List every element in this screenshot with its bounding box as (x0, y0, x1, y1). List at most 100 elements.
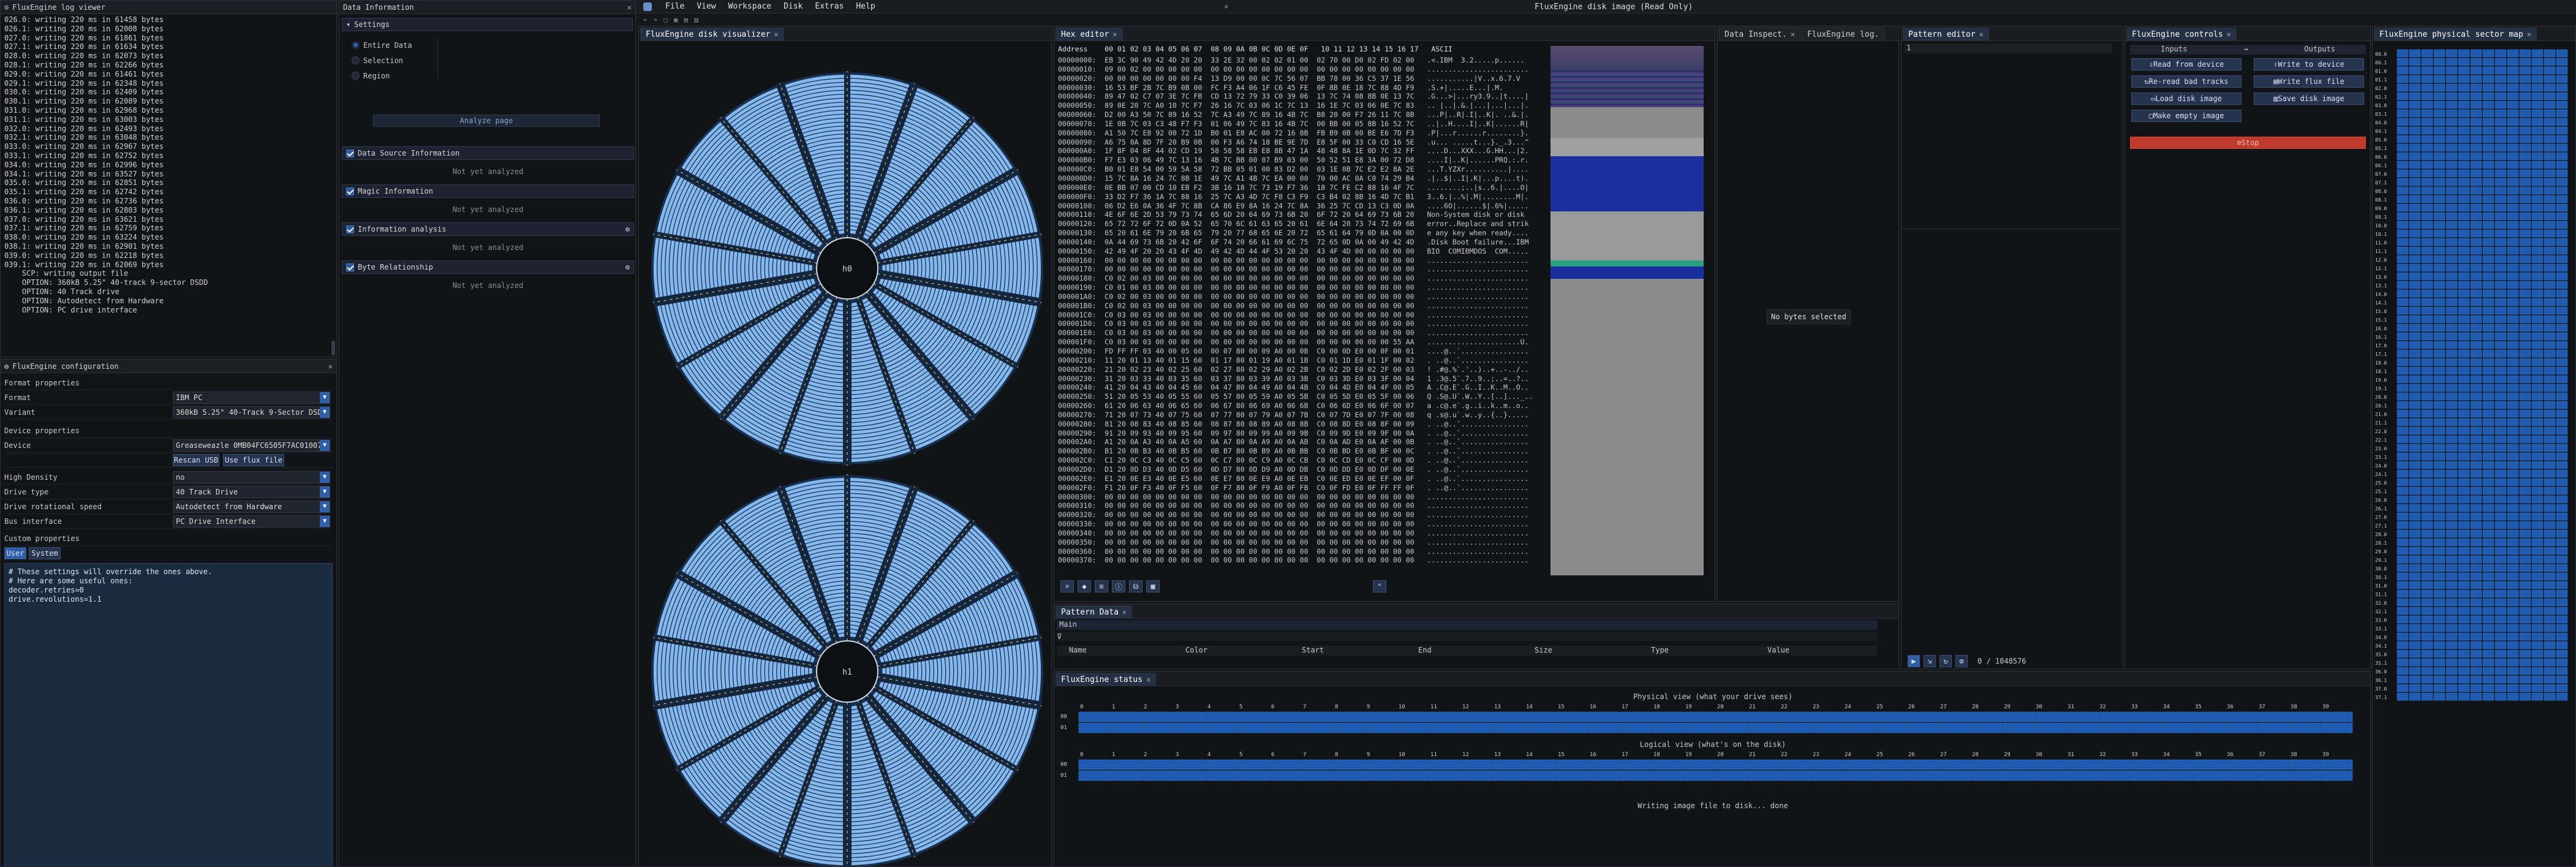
gear-icon[interactable]: ⚙ (1955, 655, 1968, 667)
hex-row[interactable]: 00000330: 00 00 00 00 00 00 00 00 00 00 … (1058, 520, 1545, 529)
rescan-usb-button[interactable]: Rescan USB (173, 453, 219, 466)
redo-icon[interactable]: ↷ (654, 16, 658, 24)
device-header[interactable]: Device properties (4, 423, 333, 438)
tab-controls[interactable]: FluxEngine controls ✕ (2126, 28, 2237, 40)
write-device-button[interactable]: ⇧ Write to device (2254, 58, 2364, 70)
play-icon[interactable]: ▶ (1908, 655, 1920, 667)
hex-row[interactable]: 00000070: 1E 0B 7C 03 C3 48 F7 F3 01 06 … (1058, 119, 1545, 129)
hex-row[interactable]: 00000140: 0A 44 69 73 6B 20 42 6F 6F 74 … (1058, 238, 1545, 247)
hex-row[interactable]: 00000320: 00 00 00 00 00 00 00 00 00 00 … (1058, 510, 1545, 520)
drive-type-select[interactable]: 40 Track Drive ▼ (173, 485, 330, 498)
collapse-icon[interactable]: ⌃ (1373, 580, 1386, 593)
menu-help[interactable]: Help (850, 2, 881, 11)
hex-rows[interactable]: 00000000: EB 3C 90 49 42 4D 20 20 33 2E … (1058, 56, 1545, 564)
tab-status[interactable]: FluxEngine status ✕ (1056, 673, 1157, 686)
gear-icon[interactable]: ⚙ (625, 225, 630, 233)
hex-row[interactable]: 00000150: 42 49 4F 20 20 43 4F 4D 49 42 … (1058, 247, 1545, 256)
hex-row[interactable]: 00000230: 31 20 03 33 40 03 35 60 03 37 … (1058, 374, 1545, 384)
hex-row[interactable]: 00000250: 51 20 05 53 40 05 55 60 05 57 … (1058, 392, 1545, 401)
hex-row[interactable]: 000000F0: 33 D2 F7 36 1A 7C 88 16 25 7C … (1058, 192, 1545, 202)
search-icon[interactable]: ⌕ (1060, 580, 1074, 593)
hex-row[interactable]: 00000270: 71 20 07 73 40 07 75 60 07 77 … (1058, 411, 1545, 420)
menu-file[interactable]: File (659, 2, 690, 11)
close-icon[interactable]: ✕ (774, 30, 779, 39)
section-magic[interactable]: Magic Information (342, 184, 634, 198)
device-select[interactable]: Greaseweazle 0MB04FC6505F7AC01007 ▼ (173, 439, 330, 452)
tab-pattern-editor[interactable]: Pattern editor ✕ (1903, 28, 1989, 40)
column-header[interactable]: Name (1057, 646, 1173, 656)
copy-icon[interactable]: ⧉ (1129, 580, 1143, 593)
column-header[interactable]: Start (1290, 646, 1406, 656)
hex-row[interactable]: 00000080: A1 50 7C E8 92 00 72 1D B0 01 … (1058, 129, 1545, 138)
tab-pattern-data[interactable]: Pattern Data ✕ (1056, 605, 1133, 618)
settings-header[interactable]: ▾ Settings (342, 18, 633, 31)
use-flux-file-button[interactable]: Use flux file (223, 453, 284, 466)
high-density-select[interactable]: no ▼ (173, 471, 330, 483)
menu-view[interactable]: View (690, 2, 722, 11)
column-header[interactable]: End (1406, 646, 1522, 656)
hex-row[interactable]: 000002E0: E1 20 0E E3 40 0E E5 60 0E E7 … (1058, 474, 1545, 483)
close-icon[interactable]: ✕ (2527, 30, 2531, 39)
close-icon[interactable]: ✕ (627, 3, 632, 12)
close-icon[interactable]: ✕ (1979, 30, 1984, 39)
hex-row[interactable]: 00000310: 00 00 00 00 00 00 00 00 00 00 … (1058, 501, 1545, 510)
hex-row[interactable]: 00000050: 89 0E 20 7C A0 10 7C F7 26 16 … (1058, 101, 1545, 110)
hex-row[interactable]: 00000180: C0 02 00 03 00 00 00 00 00 00 … (1058, 274, 1545, 283)
hex-row[interactable]: 000001E0: C0 03 00 03 00 00 00 00 00 00 … (1058, 328, 1545, 338)
hex-row[interactable]: 000001B0: C0 02 00 03 00 00 00 00 00 00 … (1058, 301, 1545, 311)
hex-row[interactable]: 00000020: 00 00 00 00 00 00 00 F4 13 D9 … (1058, 74, 1545, 83)
read-device-button[interactable]: ⇩ Read from device (2131, 58, 2242, 70)
hex-row[interactable]: 000001C0: C0 03 00 03 00 00 00 00 00 00 … (1058, 311, 1545, 320)
save-icon[interactable]: ▤ (684, 16, 689, 24)
hex-row[interactable]: 00000350: 00 00 00 00 00 00 00 00 00 00 … (1058, 538, 1545, 547)
menu-disk[interactable]: Disk (777, 2, 809, 11)
tab-sector-map[interactable]: FluxEngine physical sector map ✕ (2374, 28, 2537, 40)
column-header[interactable]: Color (1173, 646, 1290, 656)
reread-bad-tracks-button[interactable]: ↻ Re-read bad tracks (2131, 75, 2242, 88)
hex-row[interactable]: 000002F0: F1 20 0F F3 40 0F F5 60 0F F7 … (1058, 483, 1545, 493)
info-icon[interactable]: ⓘ (1112, 580, 1125, 593)
log-scrollbar[interactable] (331, 341, 335, 355)
hex-row[interactable]: 00000130: 65 20 61 6E 79 20 6B 65 79 20 … (1058, 229, 1545, 238)
make-empty-image-button[interactable]: ▢ Make empty image (2131, 110, 2242, 122)
checkbox-checked-icon[interactable] (346, 263, 354, 271)
menu-workspace[interactable]: Workspace (722, 2, 777, 11)
save-disk-image-button[interactable]: ▥ Save disk image (2254, 93, 2364, 105)
tab-disk-visualizer[interactable]: FluxEngine disk visualizer ✕ (640, 28, 784, 40)
checkbox-checked-icon[interactable] (346, 225, 354, 233)
hex-row[interactable]: 00000210: 11 20 01 13 40 01 15 60 01 17 … (1058, 356, 1545, 365)
write-flux-file-button[interactable]: ▤ Write flux file (2254, 75, 2364, 88)
section-data-source[interactable]: Data Source Information (342, 146, 634, 160)
hex-row[interactable]: 00000300: 00 00 00 00 00 00 00 00 00 00 … (1058, 493, 1545, 502)
stop-button[interactable]: ⊘ Stop (2130, 137, 2366, 149)
hex-row[interactable]: 00000100: 06 D2 E6 0A 36 4F 7C 8B CA 86 … (1058, 202, 1545, 211)
hex-row[interactable]: 00000030: 16 53 BF 2B 7C B9 0B 00 FC F3 … (1058, 83, 1545, 93)
hex-row[interactable]: 00000290: 91 20 09 93 40 09 95 60 09 97 … (1058, 429, 1545, 438)
new-file-icon[interactable]: ▢ (663, 16, 668, 24)
hex-row[interactable]: 00000090: A6 75 0A 8D 7F 20 B9 0B 00 F3 … (1058, 138, 1545, 147)
hex-row[interactable]: 00000040: 89 47 02 C7 07 3E 7C FB CD 13 … (1058, 92, 1545, 101)
column-header[interactable]: Size (1522, 646, 1639, 656)
hex-row[interactable]: 000000E0: 0E BB 07 00 CD 10 EB F2 3B 16 … (1058, 183, 1545, 192)
hex-row[interactable]: 000002A0: A1 20 0A A3 40 0A A5 60 0A A7 … (1058, 437, 1545, 447)
custom-properties-editor[interactable]: # These settings will override the ones … (4, 563, 333, 866)
section-byte-relationship[interactable]: Byte Relationship ⚙ (342, 260, 634, 274)
radio-selection[interactable]: Selection (352, 53, 412, 68)
variant-select[interactable]: 360kB 5.25" 40-Track 9-Sector DSD ▼ (173, 406, 330, 418)
hex-row[interactable]: 000000C0: B0 01 E8 54 00 59 5A 58 72 BB … (1058, 165, 1545, 174)
hex-row[interactable]: 000002D0: D1 20 0D D3 40 0D D5 60 0D D7 … (1058, 465, 1545, 474)
refresh-icon[interactable]: ↻ (1940, 655, 1952, 667)
hex-row[interactable]: 00000000: EB 3C 90 49 42 4D 20 20 33 2E … (1058, 56, 1545, 65)
hex-row[interactable]: 00000120: 65 72 72 6F 72 0D 0A 52 65 70 … (1058, 219, 1545, 229)
hex-row[interactable]: 00000170: 00 00 00 00 00 00 00 00 00 00 … (1058, 265, 1545, 274)
hex-row[interactable]: 000000A0: 1F 8F 04 8F 44 02 CD 19 58 58 … (1058, 146, 1545, 156)
hex-row[interactable]: 00000010: 09 00 02 00 00 00 00 00 00 00 … (1058, 65, 1545, 74)
sector-map-grid[interactable]: 00.000.101.001.102.002.103.003.104.004.1… (2374, 44, 2576, 717)
hex-row[interactable]: 00000280: 81 20 08 83 40 08 85 60 08 87 … (1058, 420, 1545, 429)
bus-select[interactable]: PC Drive Interface ▼ (173, 515, 330, 528)
checkbox-checked-icon[interactable] (346, 187, 354, 195)
open-file-icon[interactable]: ▣ (674, 16, 678, 24)
hex-row[interactable]: 00000240: 41 20 04 43 40 04 45 60 04 47 … (1058, 383, 1545, 392)
export-icon[interactable]: ⇲ (1924, 655, 1936, 667)
custom-header[interactable]: Custom properties (4, 531, 333, 546)
